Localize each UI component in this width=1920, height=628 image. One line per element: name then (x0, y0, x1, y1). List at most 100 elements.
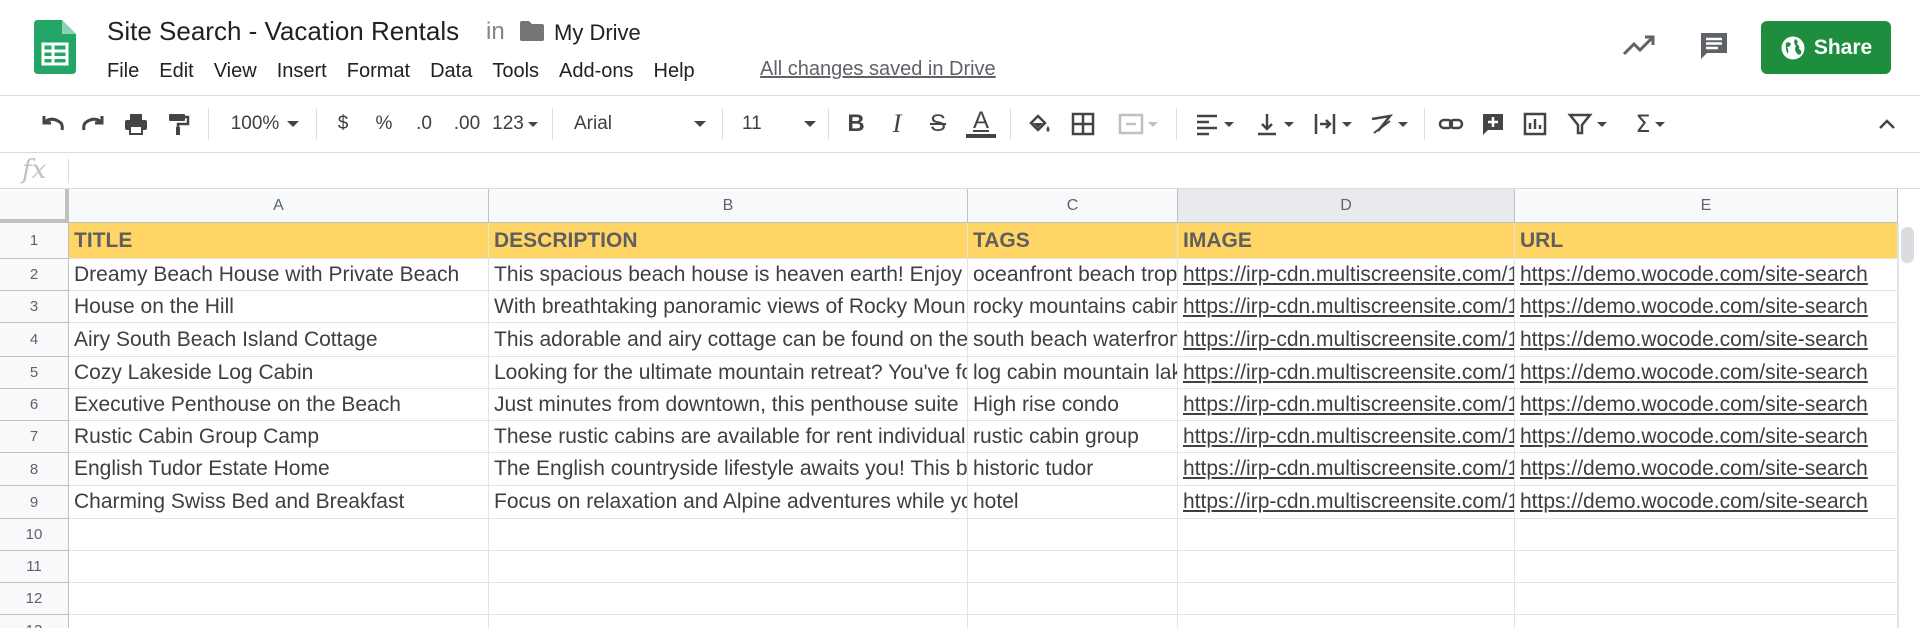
row-header-10[interactable]: 10 (0, 519, 69, 551)
menu-format[interactable]: Format (337, 58, 420, 84)
insert-comment-icon[interactable] (1478, 110, 1508, 138)
increase-decimal-button[interactable]: .00 (448, 110, 486, 138)
grid-cell[interactable]: English Tudor Estate Home (69, 453, 489, 486)
grid-cell[interactable]: https://irp-cdn.multiscreensite.com/1 (1178, 357, 1515, 389)
sheets-logo-icon[interactable] (34, 20, 76, 74)
grid-cell[interactable]: Looking for the ultimate mountain retrea… (489, 357, 968, 389)
strikethrough-icon[interactable]: S (924, 110, 952, 138)
functions-icon[interactable]: Σ (1626, 110, 1674, 138)
row-header-5[interactable]: 5 (0, 357, 69, 389)
grid-cell[interactable] (1515, 583, 1898, 615)
comment-history-icon[interactable] (1698, 30, 1730, 62)
grid-cell[interactable]: south beach waterfron (968, 323, 1178, 357)
menu-data[interactable]: Data (420, 58, 482, 84)
vertical-scrollbar[interactable] (1898, 223, 1920, 628)
row-header-6[interactable]: 6 (0, 389, 69, 421)
decrease-decimal-button[interactable]: .0 (408, 110, 440, 138)
grid-cell[interactable]: Charming Swiss Bed and Breakfast (69, 486, 489, 519)
share-button[interactable]: Share (1761, 21, 1891, 74)
menu-tools[interactable]: Tools (482, 58, 549, 84)
zoom-select[interactable]: 100% (222, 110, 308, 138)
grid-cell[interactable]: Just minutes from downtown, this penthou… (489, 389, 968, 421)
grid-cell[interactable]: Cozy Lakeside Log Cabin (69, 357, 489, 389)
column-header-a[interactable]: A (69, 189, 489, 223)
grid-cell[interactable]: Airy South Beach Island Cottage (69, 323, 489, 357)
column-header-b[interactable]: B (489, 189, 968, 223)
redo-icon[interactable] (78, 110, 108, 138)
grid-cell[interactable]: hotel (968, 486, 1178, 519)
header-cell-d[interactable]: IMAGE (1178, 223, 1515, 259)
filter-icon[interactable] (1562, 110, 1612, 138)
percent-format-button[interactable]: % (370, 110, 398, 138)
header-cell-b[interactable]: DESCRIPTION (489, 223, 968, 259)
borders-icon[interactable] (1068, 110, 1098, 138)
grid-cell[interactable]: These rustic cabins are available for re… (489, 421, 968, 453)
undo-icon[interactable] (38, 110, 68, 138)
currency-format-button[interactable]: $ (330, 110, 356, 138)
grid-cell[interactable]: https://demo.wocode.com/site-search (1515, 421, 1898, 453)
more-formats-select[interactable]: 123 (490, 110, 540, 138)
grid-cell[interactable] (968, 583, 1178, 615)
grid-cell[interactable]: https://irp-cdn.multiscreensite.com/1 (1178, 291, 1515, 323)
drive-location-label[interactable]: My Drive (554, 20, 641, 46)
font-family-select[interactable]: Arial (574, 110, 706, 138)
grid-cell[interactable]: https://demo.wocode.com/site-search (1515, 291, 1898, 323)
horizontal-align-icon[interactable] (1190, 110, 1238, 138)
grid-cell[interactable] (1515, 551, 1898, 583)
fill-color-icon[interactable] (1024, 110, 1054, 138)
grid-cell[interactable]: historic tudor (968, 453, 1178, 486)
grid-cell[interactable]: Executive Penthouse on the Beach (69, 389, 489, 421)
link-icon[interactable] (1436, 110, 1466, 138)
menu-add-ons[interactable]: Add-ons (549, 58, 644, 84)
menu-file[interactable]: File (107, 58, 149, 84)
grid-cell[interactable]: https://demo.wocode.com/site-search (1515, 389, 1898, 421)
row-header-1[interactable]: 1 (0, 223, 69, 259)
grid-cell[interactable]: https://irp-cdn.multiscreensite.com/1 (1178, 389, 1515, 421)
grid-cell[interactable]: https://irp-cdn.multiscreensite.com/1 (1178, 453, 1515, 486)
select-all-corner[interactable] (0, 189, 69, 223)
row-header-4[interactable]: 4 (0, 323, 69, 357)
grid-cell[interactable] (489, 615, 968, 628)
grid-cell[interactable]: The English countryside lifestyle awaits… (489, 453, 968, 486)
document-title[interactable]: Site Search - Vacation Rentals (107, 16, 459, 47)
row-header-3[interactable]: 3 (0, 291, 69, 323)
print-icon[interactable] (121, 110, 151, 138)
text-color-icon[interactable]: A (964, 109, 998, 138)
grid-cell[interactable]: https://irp-cdn.multiscreensite.com/1 (1178, 323, 1515, 357)
row-header-13[interactable]: 13 (0, 615, 69, 628)
grid-cell[interactable] (489, 583, 968, 615)
bold-icon[interactable]: B (842, 110, 870, 138)
menu-insert[interactable]: Insert (267, 58, 337, 84)
grid-cell[interactable] (1178, 583, 1515, 615)
row-header-11[interactable]: 11 (0, 551, 69, 583)
chart-icon[interactable] (1520, 110, 1550, 138)
formula-input[interactable] (74, 153, 1904, 189)
column-header-d[interactable]: D (1178, 189, 1515, 223)
collapse-toolbar-icon[interactable] (1872, 110, 1902, 138)
merge-cells-icon[interactable] (1110, 110, 1166, 138)
grid-cell[interactable] (489, 551, 968, 583)
vertical-scrollbar-thumb[interactable] (1901, 227, 1914, 263)
menu-edit[interactable]: Edit (149, 58, 203, 84)
row-header-2[interactable]: 2 (0, 259, 69, 291)
grid-cell[interactable] (69, 519, 489, 551)
grid-cell[interactable] (69, 583, 489, 615)
text-wrap-icon[interactable] (1308, 110, 1356, 138)
grid-cell[interactable]: https://irp-cdn.multiscreensite.com/1 (1178, 259, 1515, 291)
header-cell-e[interactable]: URL (1515, 223, 1898, 259)
grid-cell[interactable]: https://demo.wocode.com/site-search (1515, 323, 1898, 357)
grid-cell[interactable]: Focus on relaxation and Alpine adventure… (489, 486, 968, 519)
grid-cell[interactable] (968, 519, 1178, 551)
row-header-7[interactable]: 7 (0, 421, 69, 453)
grid-cell[interactable] (1515, 615, 1898, 628)
column-header-c[interactable]: C (968, 189, 1178, 223)
grid-cell[interactable]: rustic cabin group (968, 421, 1178, 453)
header-cell-a[interactable]: TITLE (69, 223, 489, 259)
column-header-e[interactable]: E (1515, 189, 1898, 223)
grid-cell[interactable]: https://irp-cdn.multiscreensite.com/1 (1178, 486, 1515, 519)
row-header-8[interactable]: 8 (0, 453, 69, 486)
grid-cell[interactable] (968, 551, 1178, 583)
text-rotation-icon[interactable] (1364, 110, 1412, 138)
grid-cell[interactable]: Rustic Cabin Group Camp (69, 421, 489, 453)
menu-view[interactable]: View (204, 58, 267, 84)
